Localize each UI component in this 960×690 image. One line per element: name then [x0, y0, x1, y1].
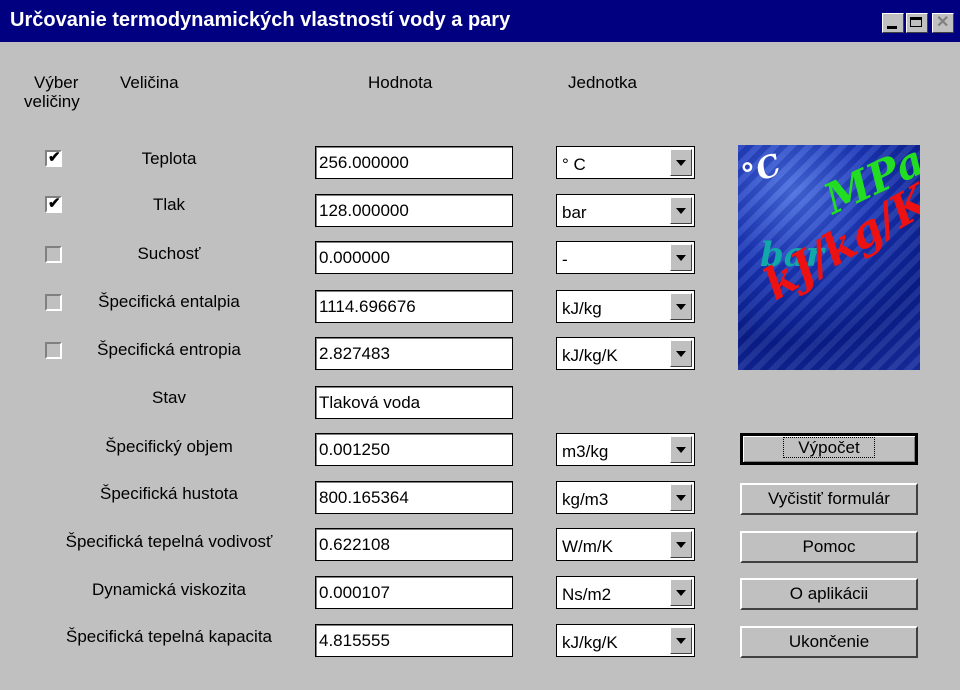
app-logo: °C MPa bar kJ/kg/K — [738, 145, 920, 370]
value-thermal-conductivity[interactable]: 0.622108 — [315, 528, 513, 561]
dropdown-arrow-icon[interactable] — [670, 484, 692, 511]
unit-value-pressure: bar — [562, 203, 587, 222]
dropdown-arrow-icon[interactable] — [670, 579, 692, 606]
close-icon: ✕ — [936, 14, 950, 31]
label-state: Stav — [151, 388, 187, 407]
label-enthalpy: Špecifická entalpia — [98, 292, 240, 311]
label-thermal-conductivity: Špecifická tepelná vodivosť — [65, 532, 273, 551]
dropdown-arrow-icon[interactable] — [670, 340, 692, 367]
unit-value-thermal-conductivity: W/m/K — [562, 537, 613, 556]
dropdown-arrow-icon[interactable] — [670, 436, 692, 463]
header-value: Hodnota — [368, 73, 433, 92]
value-dynamic-viscosity[interactable]: 0.000107 — [315, 576, 513, 609]
unit-select-enthalpy[interactable]: kJ/kg — [556, 290, 695, 323]
about-button[interactable]: O aplikácii — [740, 578, 918, 610]
unit-select-density[interactable]: kg/m3 — [556, 481, 695, 514]
label-density: Špecifická hustota — [100, 484, 238, 503]
minimize-icon — [887, 26, 897, 29]
unit-value-dynamic-viscosity: Ns/m2 — [562, 585, 612, 604]
label-dryness: Suchosť — [137, 244, 201, 263]
header-select-line2: veličiny — [24, 92, 80, 111]
maximize-icon — [910, 17, 922, 27]
maximize-button[interactable] — [906, 13, 928, 33]
label-heat-capacity: Špecifická tepelná kapacita — [65, 627, 273, 646]
dropdown-arrow-icon[interactable] — [670, 293, 692, 320]
unit-value-temperature: ° C — [562, 155, 586, 174]
clear-form-button[interactable]: Vyčistiť formulár — [740, 483, 918, 515]
label-entropy: Špecifická entropia — [97, 340, 241, 359]
dropdown-arrow-icon[interactable] — [670, 531, 692, 558]
unit-value-specific-volume: m3/kg — [562, 442, 609, 461]
dropdown-arrow-icon[interactable] — [670, 197, 692, 224]
unit-value-enthalpy: kJ/kg — [562, 299, 602, 318]
unit-value-entropy: kJ/kg/K — [562, 346, 618, 365]
unit-select-heat-capacity[interactable]: kJ/kg/K — [556, 624, 695, 657]
minimize-button[interactable] — [882, 13, 904, 33]
value-entropy[interactable]: 2.827483 — [315, 337, 513, 370]
value-density[interactable]: 800.165364 — [315, 481, 513, 514]
unit-value-dryness: - — [562, 250, 568, 269]
unit-select-pressure[interactable]: bar — [556, 194, 695, 227]
value-pressure[interactable]: 128.000000 — [315, 194, 513, 227]
header-select-line1: Výber — [34, 73, 79, 92]
dropdown-arrow-icon[interactable] — [670, 149, 692, 176]
unit-value-heat-capacity: kJ/kg/K — [562, 633, 618, 652]
value-state[interactable]: Tlaková voda — [315, 386, 513, 419]
app-window: Určovanie termodynamických vlastností vo… — [0, 0, 960, 690]
unit-select-dryness[interactable]: - — [556, 241, 695, 274]
dropdown-arrow-icon[interactable] — [670, 244, 692, 271]
title-bar[interactable]: Určovanie termodynamických vlastností vo… — [0, 0, 960, 42]
label-specific-volume: Špecifický objem — [105, 437, 233, 456]
value-enthalpy[interactable]: 1114.696676 — [315, 290, 513, 323]
label-pressure: Tlak — [152, 195, 186, 214]
dropdown-arrow-icon[interactable] — [670, 627, 692, 654]
unit-select-thermal-conductivity[interactable]: W/m/K — [556, 528, 695, 561]
header-quantity: Veličina — [120, 73, 179, 92]
header-unit: Jednotka — [568, 73, 637, 92]
unit-select-temperature[interactable]: ° C — [556, 146, 695, 179]
label-temperature: Teplota — [141, 149, 197, 168]
unit-select-dynamic-viscosity[interactable]: Ns/m2 — [556, 576, 695, 609]
value-heat-capacity[interactable]: 4.815555 — [315, 624, 513, 657]
value-specific-volume[interactable]: 0.001250 — [315, 433, 513, 466]
label-dynamic-viscosity: Dynamická viskozita — [92, 580, 246, 599]
window-title: Určovanie termodynamických vlastností vo… — [10, 9, 511, 31]
calculate-button[interactable]: Výpočet — [740, 433, 918, 465]
unit-select-specific-volume[interactable]: m3/kg — [556, 433, 695, 466]
unit-value-density: kg/m3 — [562, 490, 609, 509]
value-dryness[interactable]: 0.000000 — [315, 241, 513, 274]
help-button[interactable]: Pomoc — [740, 531, 918, 563]
calculate-label: Výpočet — [783, 437, 875, 458]
exit-button[interactable]: Ukončenie — [740, 626, 918, 658]
close-button[interactable]: ✕ — [932, 13, 954, 33]
unit-select-entropy[interactable]: kJ/kg/K — [556, 337, 695, 370]
value-temperature[interactable]: 256.000000 — [315, 146, 513, 179]
